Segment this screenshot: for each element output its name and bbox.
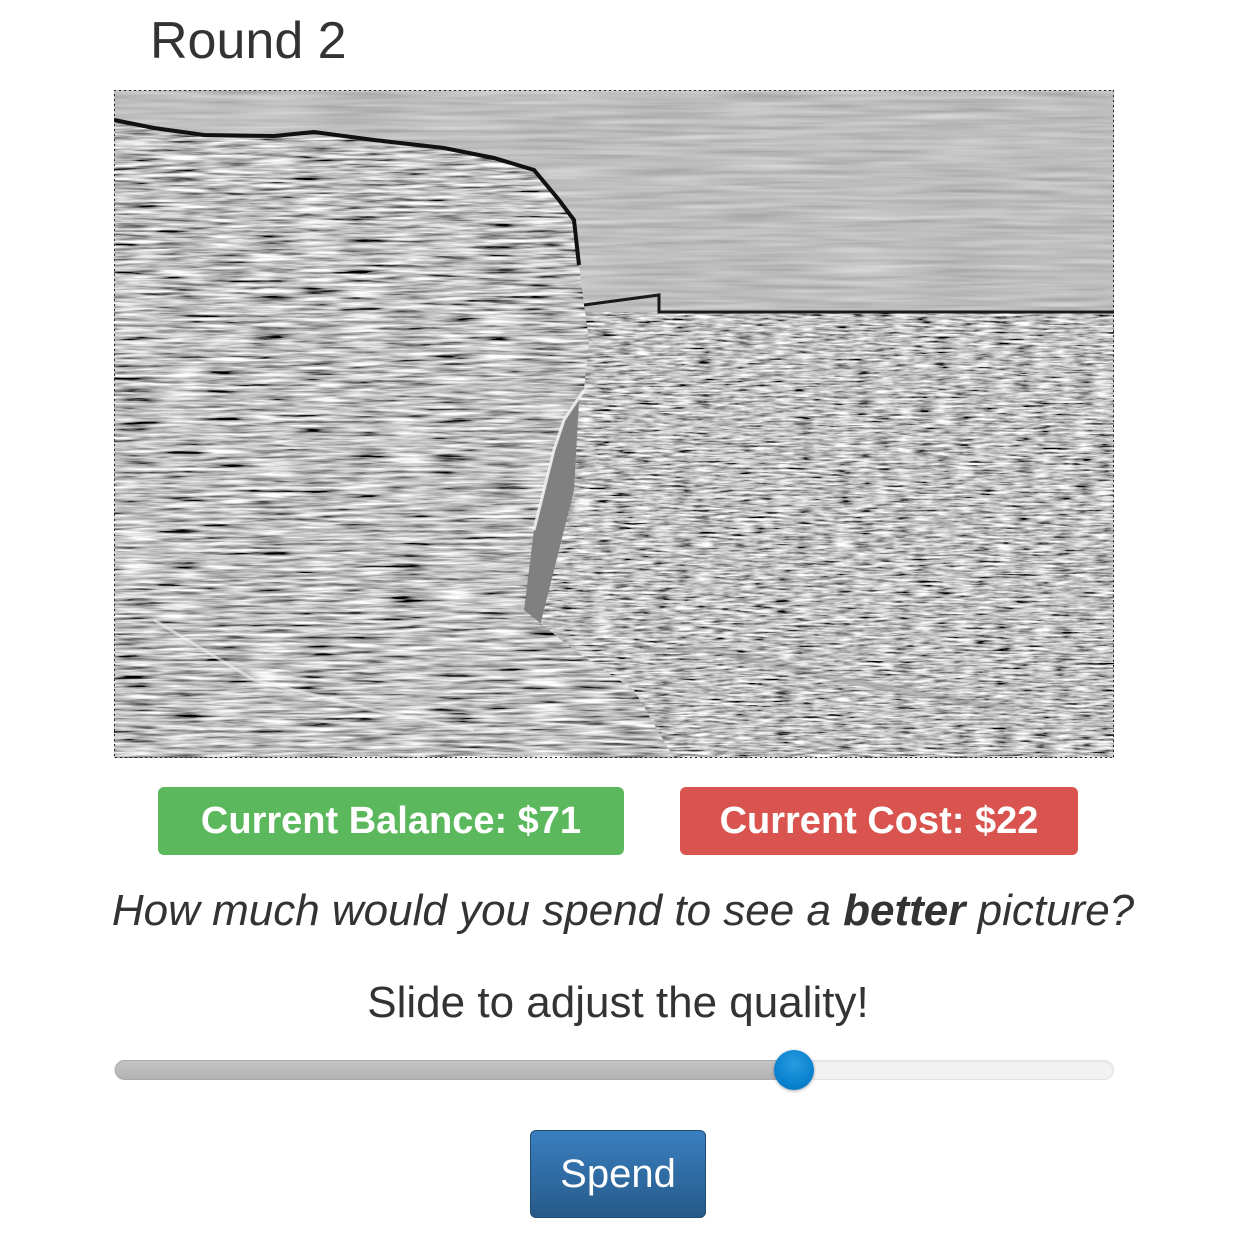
question-prefix: How much would you spend to see a <box>111 886 844 935</box>
question-emphasis: better <box>843 886 966 935</box>
slider-handle[interactable] <box>773 1050 814 1090</box>
current-cost-badge: Current Cost: $22 <box>680 787 1078 855</box>
spend-button[interactable]: Spend <box>530 1130 706 1218</box>
quality-preview-image <box>114 90 1114 758</box>
round-title: Round 2 <box>150 12 347 70</box>
quality-slider[interactable] <box>114 1050 1114 1090</box>
slider-fill <box>115 1060 794 1080</box>
slider-label: Slide to adjust the quality! <box>367 978 869 1027</box>
current-balance-badge: Current Balance: $71 <box>158 787 624 855</box>
spend-question: How much would you spend to see a better… <box>0 884 1246 938</box>
question-suffix: picture? <box>965 886 1135 935</box>
